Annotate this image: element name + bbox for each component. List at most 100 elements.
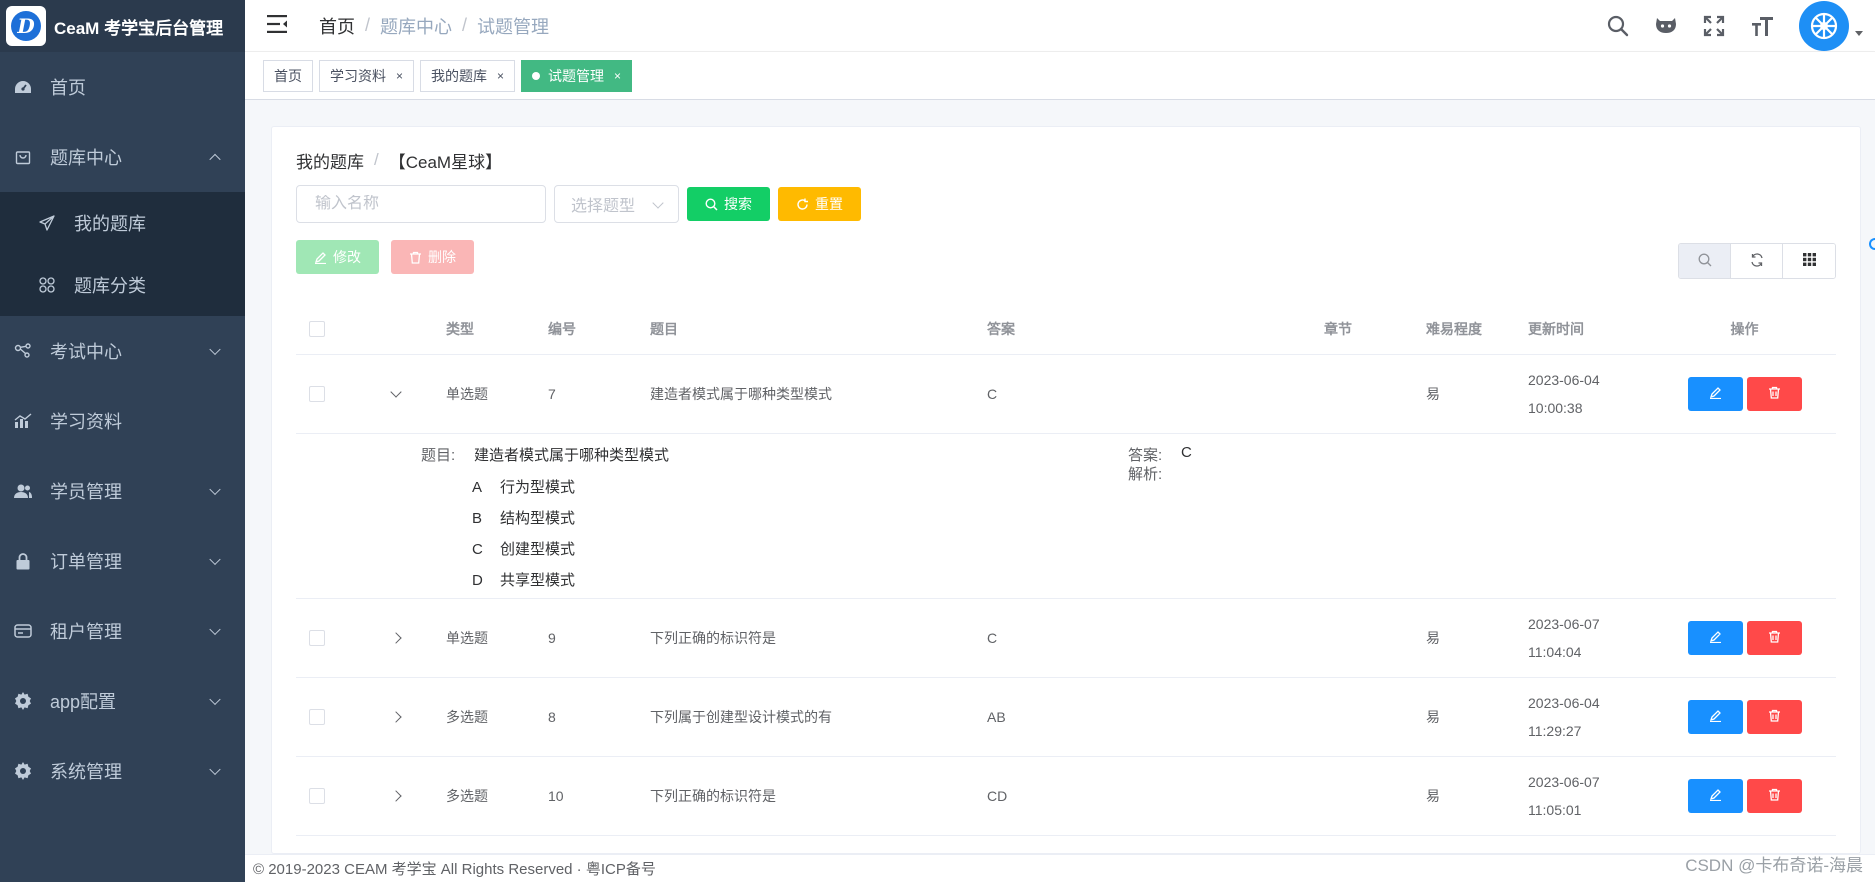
column-header: 难易程度 bbox=[1426, 320, 1482, 337]
sidebar-item-bank-category[interactable]: 题库分类 bbox=[0, 254, 245, 316]
github-icon[interactable] bbox=[1653, 13, 1679, 39]
sidebar-item-study-materials[interactable]: 学习资料 bbox=[0, 386, 245, 456]
expand-arrow-icon[interactable] bbox=[390, 632, 402, 644]
sidebar-item-question-bank[interactable]: 题库中心 bbox=[0, 122, 245, 192]
row-checkbox[interactable] bbox=[309, 386, 325, 402]
cell-type: 多选题 bbox=[446, 788, 488, 804]
edit-icon bbox=[1709, 709, 1722, 725]
answer-label: 答案: bbox=[1128, 447, 1163, 464]
cell-title: 下列属于创建型设计模式的有 bbox=[650, 709, 832, 725]
row-delete-button[interactable] bbox=[1746, 700, 1802, 734]
header-tools bbox=[1605, 0, 1875, 52]
hamburger-icon[interactable] bbox=[267, 15, 297, 36]
refresh-button[interactable] bbox=[1731, 244, 1783, 278]
sidebar-item-label: 学习资料 bbox=[50, 412, 122, 432]
cell-title: 建造者模式属于哪种类型模式 bbox=[650, 386, 832, 402]
column-header: 类型 bbox=[446, 320, 474, 337]
delete-button[interactable]: 删除 bbox=[391, 240, 474, 274]
sidebar-item-label: 订单管理 bbox=[50, 552, 122, 572]
edit-icon bbox=[1709, 630, 1722, 646]
row-edit-button[interactable] bbox=[1687, 779, 1743, 813]
filter-bar: 选择题型 搜索 重置 bbox=[296, 185, 1836, 223]
close-icon[interactable]: × bbox=[497, 69, 504, 83]
sidebar-item-system[interactable]: 系统管理 bbox=[0, 736, 245, 806]
close-icon[interactable]: × bbox=[614, 69, 621, 83]
column-header: 答案 bbox=[987, 320, 1015, 337]
cell-type: 多选题 bbox=[446, 709, 488, 725]
breadcrumb-item: 试题管理 bbox=[477, 16, 550, 37]
cell-difficulty: 易 bbox=[1426, 386, 1440, 402]
sidebar-item-orders[interactable]: 订单管理 bbox=[0, 526, 245, 596]
select-placeholder: 选择题型 bbox=[571, 198, 636, 215]
sidebar-item-label: 学员管理 bbox=[50, 482, 122, 502]
edit-icon bbox=[1709, 788, 1722, 804]
top-navbar: 首页 / 题库中心 / 试题管理 bbox=[245, 0, 1875, 52]
row-delete-button[interactable] bbox=[1746, 621, 1802, 655]
close-icon[interactable]: × bbox=[396, 69, 403, 83]
sidebar-item-label: 租户管理 bbox=[50, 622, 122, 642]
cell-number: 8 bbox=[548, 709, 556, 725]
select-all-checkbox[interactable] bbox=[309, 320, 325, 337]
trash-icon bbox=[1768, 788, 1781, 804]
tag-question-management[interactable]: 试题管理 × bbox=[521, 59, 633, 92]
column-header: 操作 bbox=[1730, 320, 1759, 337]
collapse-arrow-icon[interactable] bbox=[390, 386, 402, 398]
expand-arrow-icon[interactable] bbox=[390, 711, 402, 723]
sidebar-item-my-question-bank[interactable]: 我的题库 bbox=[0, 192, 245, 254]
toggle-search-button[interactable] bbox=[1679, 244, 1731, 278]
caret-down-icon[interactable] bbox=[1855, 30, 1863, 36]
question-type-select[interactable]: 选择题型 bbox=[554, 185, 679, 223]
column-header: 章节 bbox=[1324, 320, 1352, 337]
cell-answer: C bbox=[987, 386, 998, 402]
gear-icon bbox=[14, 762, 32, 780]
sidebar-item-exam-center[interactable]: 考试中心 bbox=[0, 316, 245, 386]
grid-icon bbox=[38, 276, 56, 294]
expand-arrow-icon[interactable] bbox=[390, 790, 402, 802]
chevron-down-icon bbox=[652, 197, 664, 209]
edit-icon bbox=[1709, 386, 1722, 402]
sidebar-item-label: 题库中心 bbox=[50, 148, 122, 168]
question-table: 类型 编号 题目 答案 章节 难易程度 更新时间 操作 单选题 7 建造者模式属… bbox=[296, 303, 1836, 836]
columns-button[interactable] bbox=[1783, 244, 1835, 278]
fullscreen-icon[interactable] bbox=[1701, 13, 1727, 39]
reset-button[interactable]: 重置 bbox=[778, 187, 861, 221]
search-icon[interactable] bbox=[1605, 13, 1631, 39]
search-icon bbox=[1698, 253, 1712, 270]
sidebar-item-students[interactable]: 学员管理 bbox=[0, 456, 245, 526]
row-checkbox[interactable] bbox=[309, 709, 325, 725]
cell-number: 9 bbox=[548, 630, 556, 646]
name-search-field bbox=[296, 185, 546, 223]
search-icon bbox=[705, 197, 718, 211]
page-breadcrumb-item[interactable]: 我的题库 bbox=[296, 148, 364, 173]
breadcrumb-item[interactable]: 题库中心 bbox=[380, 13, 452, 39]
trash-icon bbox=[1768, 630, 1781, 646]
cell-actions bbox=[1653, 621, 1836, 655]
row-edit-button[interactable] bbox=[1687, 621, 1743, 655]
sidebar-item-app-config[interactable]: app配置 bbox=[0, 666, 245, 736]
breadcrumb-item[interactable]: 首页 bbox=[319, 13, 355, 39]
search-button[interactable]: 搜索 bbox=[687, 187, 770, 221]
avatar[interactable] bbox=[1799, 1, 1849, 51]
option-item: D 共享型模式 bbox=[472, 572, 576, 589]
cell-difficulty: 易 bbox=[1426, 709, 1440, 725]
sidebar-item-tenants[interactable]: 租户管理 bbox=[0, 596, 245, 666]
tag-study-materials[interactable]: 学习资料 × bbox=[319, 59, 415, 92]
row-delete-button[interactable] bbox=[1746, 779, 1802, 813]
scroll-handle-icon[interactable] bbox=[1869, 238, 1875, 250]
cell-updated: 2023-06-04 10:00:38 bbox=[1528, 372, 1600, 416]
font-size-icon[interactable] bbox=[1749, 13, 1775, 39]
row-edit-button[interactable] bbox=[1687, 377, 1743, 411]
row-checkbox[interactable] bbox=[309, 788, 325, 804]
row-edit-button[interactable] bbox=[1687, 700, 1743, 734]
cell-answer: CD bbox=[987, 788, 1008, 804]
tag-home[interactable]: 首页 bbox=[263, 59, 313, 92]
sidebar-item-home[interactable]: 首页 bbox=[0, 52, 245, 122]
edit-button[interactable]: 修改 bbox=[296, 240, 379, 274]
name-search-input[interactable] bbox=[315, 195, 527, 213]
cell-actions bbox=[1653, 377, 1836, 411]
row-delete-button[interactable] bbox=[1746, 377, 1802, 411]
breadcrumb: 首页 / 题库中心 / 试题管理 bbox=[319, 13, 549, 39]
app-logo[interactable]: D CeaM 考学宝后台管理 bbox=[0, 0, 245, 52]
tag-my-question-bank[interactable]: 我的题库 × bbox=[420, 59, 516, 92]
row-checkbox[interactable] bbox=[309, 630, 325, 646]
